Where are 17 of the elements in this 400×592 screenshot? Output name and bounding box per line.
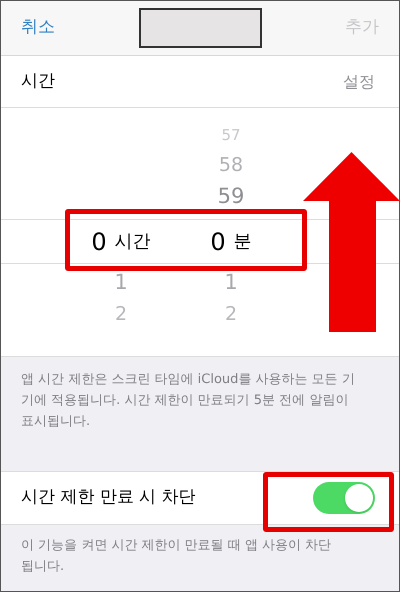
picker-option[interactable]: 58 [218, 156, 244, 175]
picker-option[interactable]: 1 [224, 272, 238, 292]
picker-selected-value[interactable]: 0 [91, 230, 107, 254]
block-toggle[interactable] [313, 482, 375, 514]
picker-selected-value[interactable]: 0 [210, 230, 226, 254]
time-label: 시간 [21, 70, 55, 93]
picker-option[interactable]: 2 [224, 304, 238, 324]
block-at-limit-label: 시간 제한 만료 시 차단 [21, 486, 196, 510]
block-note: 이 기능을 켜면 시간 제한이 만료될 때 앱 사용이 차단됩니다. [21, 537, 332, 576]
time-limit-note: 앱 시간 제한은 스크린 타임에 iCloud를 사용하는 모든 기기에 적용됩니다. 시간 제한이 만료되기 5분 전에 알림이 표시됩니다. [21, 371, 356, 431]
picker-option[interactable]: 1 [114, 272, 128, 292]
picker-unit-label: 분 [234, 233, 252, 251]
picker-option[interactable]: 59 [218, 186, 244, 207]
time-value[interactable]: 설정 [343, 70, 375, 94]
picker-unit-label: 시간 [114, 233, 151, 251]
cancel-button[interactable]: 취소 [21, 15, 55, 41]
picker-option[interactable]: 2 [114, 304, 128, 324]
